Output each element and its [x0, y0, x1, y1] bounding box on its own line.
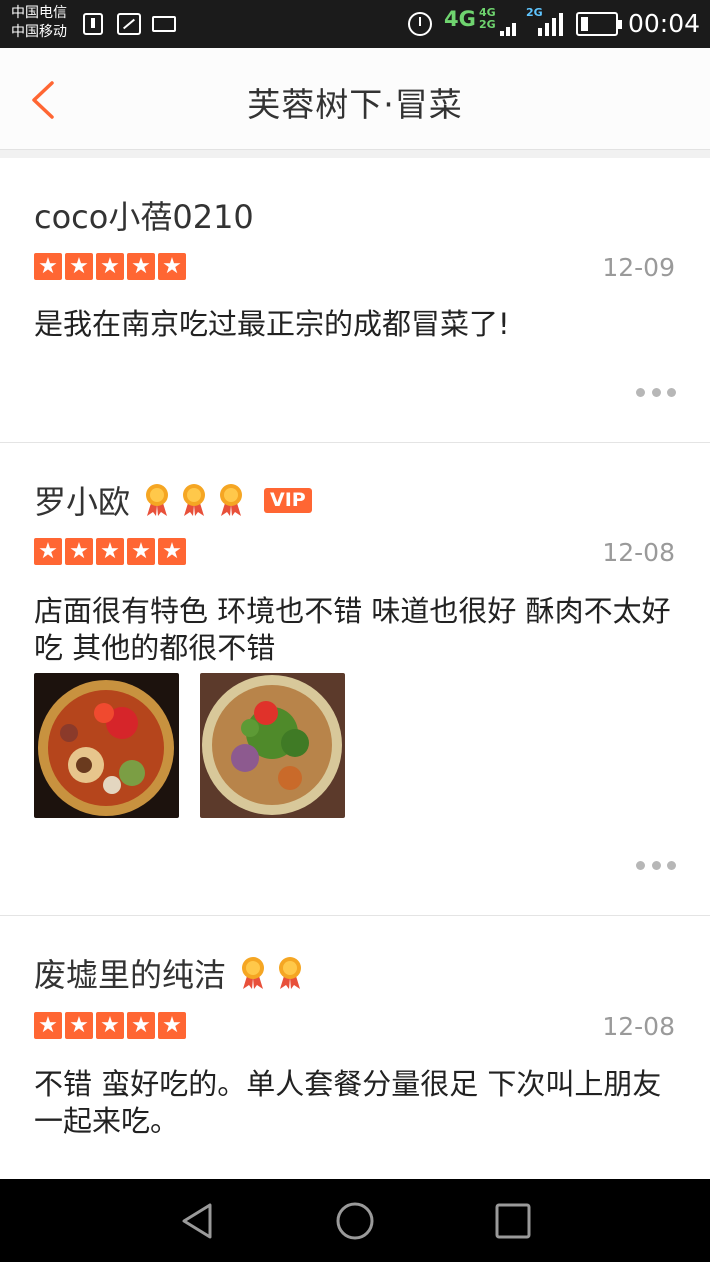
- medal-icon: [179, 483, 209, 517]
- review-photo[interactable]: [200, 673, 345, 818]
- review-date: 12-08: [602, 538, 675, 567]
- review-item: 罗小欧 VIP ★ ★ ★ ★ ★ 12-08 店面很有特色 环境也不错 味道也…: [0, 443, 710, 916]
- star-icon: ★: [96, 253, 124, 280]
- carrier-labels: 中国电信 中国移动: [11, 4, 67, 42]
- review-photo[interactable]: [34, 673, 179, 818]
- star-icon: ★: [65, 253, 93, 280]
- review-item: 废墟里的纯洁 ★ ★ ★ ★ ★ 12-08 不错 蛮好吃的。单人套餐分量很足 …: [0, 916, 710, 1179]
- star-icon: ★: [127, 253, 155, 280]
- star-icon: ★: [127, 538, 155, 565]
- more-options-icon[interactable]: [636, 861, 676, 871]
- vip-badge: VIP: [264, 487, 312, 513]
- medal-icon: [238, 956, 268, 990]
- star-icon: ★: [158, 538, 186, 565]
- upload-icon: [83, 13, 103, 35]
- network-type-3: 2G: [526, 6, 543, 19]
- medal-icon: [216, 483, 246, 517]
- carrier-1: 中国电信: [11, 5, 67, 21]
- star-icon: ★: [34, 253, 62, 280]
- review-date: 12-09: [602, 253, 675, 282]
- circle-home-icon[interactable]: [335, 1201, 375, 1241]
- reviewer-name[interactable]: 废墟里的纯洁: [34, 950, 305, 996]
- status-bar: 中国电信 中国移动 4G 4G 2G 2G 00:04: [0, 0, 710, 48]
- network-type-2: 4G 2G: [479, 7, 496, 31]
- review-item: coco小蓓0210 ★ ★ ★ ★ ★ 12-09 是我在南京吃过最正宗的成都…: [0, 158, 710, 443]
- network-type-1: 4G: [444, 7, 476, 31]
- rating-stars: ★ ★ ★ ★ ★: [34, 538, 189, 565]
- reviewer-name-text: coco小蓓0210: [34, 198, 254, 236]
- keyboard-icon: [152, 16, 176, 32]
- clock: 00:04: [628, 9, 701, 38]
- carrier-2: 中国移动: [11, 24, 67, 40]
- review-text: 店面很有特色 环境也不错 味道也很好 酥肉不太好吃 其他的都很不错: [34, 594, 671, 665]
- star-icon: ★: [158, 253, 186, 280]
- star-icon: ★: [127, 1012, 155, 1039]
- star-icon: ★: [96, 1012, 124, 1039]
- reviewer-name[interactable]: coco小蓓0210: [34, 192, 254, 238]
- network-type-2-bottom: 2G: [479, 18, 496, 31]
- star-icon: ★: [96, 538, 124, 565]
- triangle-back-icon[interactable]: [178, 1201, 218, 1241]
- star-icon: ★: [34, 538, 62, 565]
- review-text: 不错 蛮好吃的。单人套餐分量很足 下次叫上朋友一起来吃。: [34, 1067, 662, 1138]
- reviewer-name-text: 废墟里的纯洁: [34, 956, 227, 994]
- star-icon: ★: [158, 1012, 186, 1039]
- battery-icon: [576, 12, 622, 36]
- reviewer-name[interactable]: 罗小欧 VIP: [34, 477, 312, 523]
- review-date: 12-08: [602, 1012, 675, 1041]
- system-navigation-bar: [0, 1179, 710, 1262]
- rating-stars: ★ ★ ★ ★ ★: [34, 253, 189, 280]
- review-text: 是我在南京吃过最正宗的成都冒菜了!: [34, 307, 510, 341]
- star-icon: ★: [65, 1012, 93, 1039]
- more-options-icon[interactable]: [636, 388, 676, 398]
- rating-stars: ★ ★ ★ ★ ★: [34, 1012, 189, 1039]
- medal-icon: [275, 956, 305, 990]
- page-title: 芙蓉树下·冒菜: [247, 85, 463, 124]
- square-recents-icon[interactable]: [493, 1201, 533, 1241]
- star-icon: ★: [65, 538, 93, 565]
- reviewer-name-text: 罗小欧: [34, 483, 131, 521]
- star-icon: ★: [34, 1012, 62, 1039]
- alarm-icon: [408, 12, 432, 36]
- section-divider: [0, 150, 710, 158]
- medal-icon: [142, 483, 172, 517]
- image-icon: [117, 13, 141, 35]
- header-bar: 芙蓉树下·冒菜: [0, 48, 710, 150]
